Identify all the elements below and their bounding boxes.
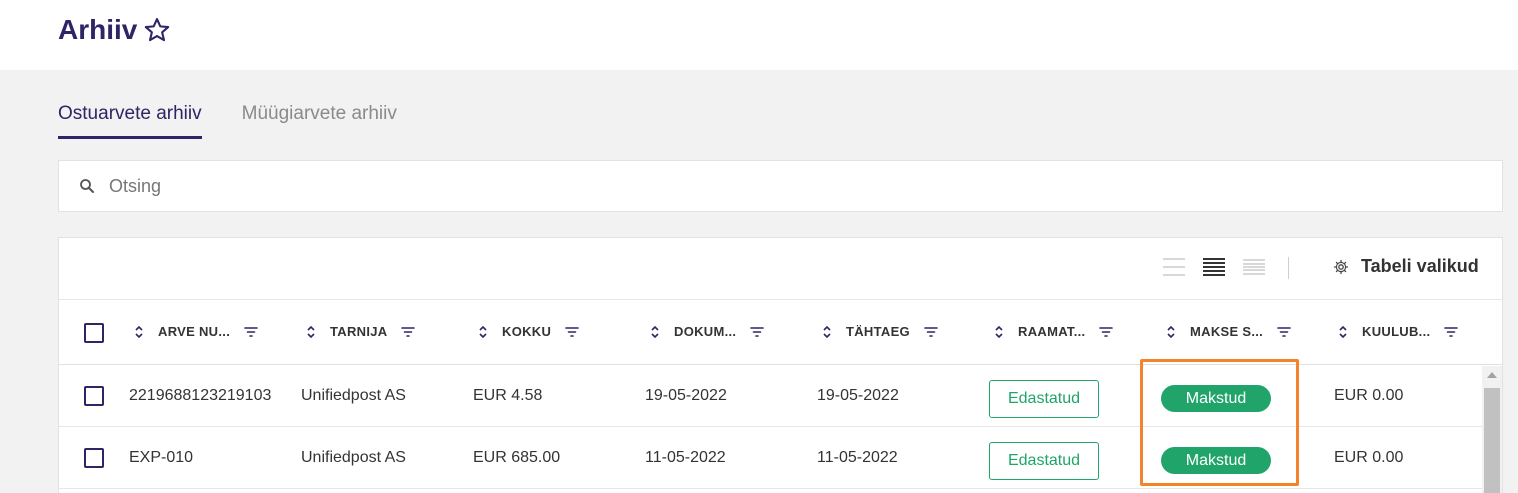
sort-icon[interactable] [306,325,316,339]
invoice-table-panel: Tabeli valikud ARVE NU... TARNIJA KOKKU … [58,237,1503,493]
total-amount: EUR 4.58 [473,387,543,404]
search-bar [58,160,1503,212]
filter-icon[interactable] [750,326,765,338]
due-date: 11-05-2022 [817,449,898,466]
filter-icon[interactable] [924,326,938,338]
sort-icon[interactable] [1338,325,1348,339]
sort-icon[interactable] [134,325,144,339]
payment-status-badge: Makstud [1161,385,1271,412]
document-date: 11-05-2022 [645,449,726,466]
column-label: TARNIJA [330,324,388,339]
column-label: RAAMAT... [1018,324,1086,339]
sort-icon[interactable] [478,325,488,339]
column-header-supplier: TARNIJA [306,324,416,339]
search-icon [80,179,94,193]
sort-icon[interactable] [994,325,1004,339]
filter-icon[interactable] [401,326,416,338]
column-header-accounting: RAAMAT... [994,324,1114,339]
accounting-status-button[interactable]: Edastatud [989,442,1099,480]
filter-icon[interactable] [244,326,258,338]
column-header-payment-status: MAKSE S... [1166,324,1291,339]
archive-tabs: Ostuarvete arhiiv Müügiarvete arhiiv [58,103,397,139]
density-compact-icon[interactable] [1163,258,1185,276]
outstanding-amount: EUR 0.00 [1334,449,1404,466]
table-header: ARVE NU... TARNIJA KOKKU DOKUM... TÄHTAE… [59,300,1502,365]
column-label: KOKKU [502,324,552,339]
gear-icon [1333,259,1349,274]
tab-purchase-invoices[interactable]: Ostuarvete arhiiv [58,103,202,139]
table-options-label: Tabeli valikud [1361,256,1479,276]
table-row[interactable]: EXP-010 Unifiedpost AS EUR 685.00 11-05-… [59,427,1502,489]
scrollbar-thumb[interactable] [1484,388,1500,493]
filter-icon[interactable] [565,326,579,338]
table-toolbar: Tabeli valikud [59,238,1502,300]
total-amount: EUR 685.00 [473,449,561,466]
invoice-number: EXP-010 [129,449,194,466]
filter-icon[interactable] [1444,326,1459,338]
supplier-name: Unifiedpost AS [301,449,406,466]
sort-icon[interactable] [822,325,832,339]
outstanding-amount: EUR 0.00 [1334,387,1404,404]
invoice-number: 2219688123219103 [129,387,272,404]
column-label: KUULUB... [1362,324,1431,339]
density-medium-icon[interactable] [1203,258,1225,276]
payment-status-badge: Makstud [1161,447,1271,474]
column-label: MAKSE S... [1190,324,1264,339]
due-date: 19-05-2022 [817,387,899,404]
toolbar-divider [1288,257,1289,279]
supplier-name: Unifiedpost AS [301,387,406,404]
search-input[interactable] [109,175,1409,197]
document-date: 19-05-2022 [645,387,727,404]
column-label: DOKUM... [674,324,737,339]
accounting-status-button[interactable]: Edastatud [989,380,1099,418]
sort-icon[interactable] [1166,325,1176,339]
star-icon[interactable] [143,16,171,44]
page-title-wrapper: Arhiiv [58,14,171,46]
column-header-invoice-no: ARVE NU... [134,324,258,339]
column-header-outstanding: KUULUB... [1338,324,1459,339]
scroll-up-arrow-icon[interactable] [1487,372,1497,378]
column-label: TÄHTAEG [846,324,910,339]
page-title: Arhiiv [58,14,138,45]
column-header-due-date: TÄHTAEG [822,324,938,339]
filter-icon[interactable] [1277,326,1291,338]
density-comfortable-icon[interactable] [1243,258,1265,276]
column-label: ARVE NU... [158,324,231,339]
select-all-checkbox[interactable] [84,323,104,343]
page-header: Arhiiv [0,0,1518,70]
filter-icon[interactable] [1099,326,1114,338]
sort-icon[interactable] [650,325,660,339]
table-row[interactable]: 2219688123219103 Unifiedpost AS EUR 4.58… [59,365,1502,427]
column-header-total: KOKKU [478,324,579,339]
tab-sales-invoices[interactable]: Müügiarvete arhiiv [242,103,397,139]
row-checkbox[interactable] [84,386,104,406]
row-checkbox[interactable] [84,448,104,468]
table-options-button[interactable]: Tabeli valikud [1333,256,1479,277]
vertical-scrollbar[interactable] [1482,366,1502,493]
column-header-doc-date: DOKUM... [650,324,765,339]
